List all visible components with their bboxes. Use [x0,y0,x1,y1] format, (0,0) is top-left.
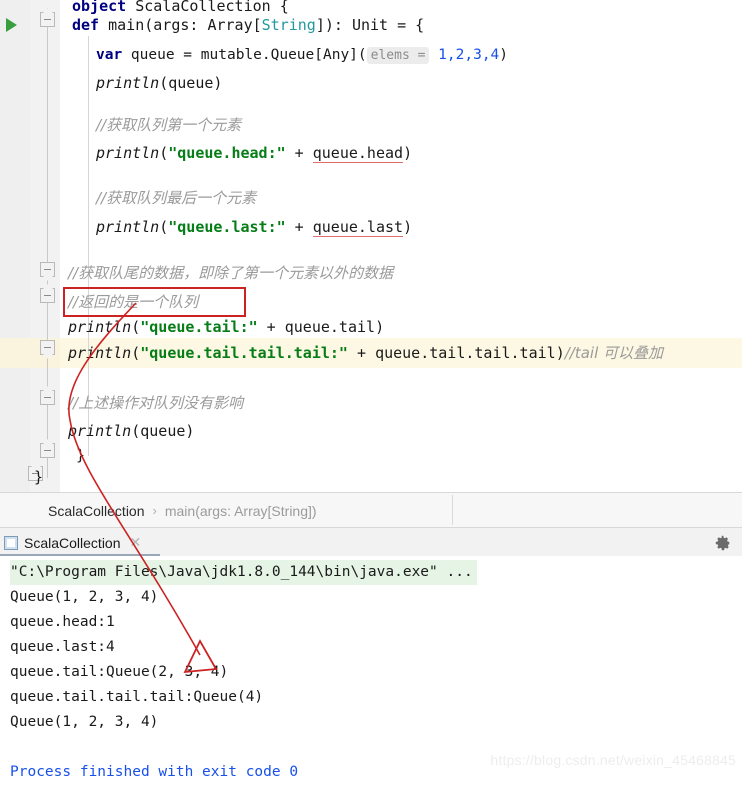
fold-marker-caret-line[interactable] [40,340,55,359]
code-line-var-queue[interactable]: var queue = mutable.Queue[Any](elems = 1… [96,40,508,70]
console-line: queue.tail:Queue(2, 3, 4) [10,664,229,680]
run-config-icon [4,535,18,550]
keyword-var: var [96,47,123,63]
console-line: Process finished with exit code 0 [10,764,299,780]
fold-marker-comment[interactable] [40,284,55,303]
queue-numbers: 1,2,3,4 [438,47,500,63]
console-line: queue.head:1 [10,614,115,630]
fold-marker-def[interactable] [40,8,55,27]
code-line-println-queue-1[interactable]: println(queue) [96,68,222,98]
code-editor[interactable]: object ScalaCollection { def main(args: … [0,0,742,492]
type-string: String [261,16,316,34]
gear-icon[interactable] [714,534,732,552]
code-line-println-tail-tail-tail[interactable]: println("queue.tail.tail.tail:" + queue.… [68,338,663,368]
breadcrumb-method[interactable]: main(args: Array[String]) [165,503,317,519]
code-line-println-head[interactable]: println("queue.head:" + queue.head) [96,138,412,168]
fold-marker-comment-block[interactable] [40,262,55,281]
string-queue-tail3: "queue.tail.tail.tail:" [140,344,348,362]
string-queue-last: "queue.last:" [168,218,286,236]
println-call: println [96,74,160,92]
comment-get-last-element: //获取队列最后一个元素 [96,189,257,207]
tab-scalacollection[interactable]: ScalaCollection ✕ [0,528,147,557]
println-arg: (queue) [159,74,223,92]
editor-fold-gutter[interactable] [30,0,60,492]
run-gutter-icon[interactable] [6,18,17,32]
println-arg: (queue) [131,422,195,440]
console-line: Queue(1, 2, 3, 4) [10,589,159,605]
string-queue-tail: "queue.tail:" [140,318,258,336]
expression-queue-head: queue.head [312,144,404,163]
code-line-close-method[interactable]: } [76,440,85,470]
expression-queue-tail3: queue.tail.tail.tail [375,344,556,362]
plus-op: + [285,144,313,162]
println-call: println [96,144,160,162]
breadcrumb-class[interactable]: ScalaCollection [48,503,145,519]
keyword-def: def [72,16,100,34]
inline-comment-tail-stackable: //tail 可以叠加 [564,344,664,362]
breadcrumb-divider [452,495,453,525]
breadcrumb[interactable]: ScalaCollection › main(args: Array[Strin… [0,492,742,528]
code-line-def-main[interactable]: def main(args: Array[String]): Unit = { [72,10,424,40]
console-line: Queue(1, 2, 3, 4) [10,714,159,730]
breadcrumb-separator-icon: › [152,503,157,518]
println-call: println [96,218,160,236]
code-fold-rail [47,8,48,478]
expression-queue-last: queue.last [312,218,404,237]
plus-op: + [347,344,376,362]
println-call: println [68,318,132,336]
tab-label: ScalaCollection [24,534,121,551]
code-line-close-object[interactable]: } [34,462,43,492]
comment-tail-description: //获取队尾的数据，即除了第一个元素以外的数据 [68,264,394,282]
plus-op: + [285,218,313,236]
method-signature: main(args: [108,16,208,34]
console-line: queue.tail.tail.tail:Queue(4) [10,689,264,705]
comment-no-effect: //上述操作对队列没有影响 [68,394,244,412]
paren-close: ) [499,47,509,63]
type-array: Array[ [207,16,262,34]
close-icon[interactable]: ✕ [130,534,142,551]
fold-marker-noeffect[interactable] [40,386,55,405]
unit-return: : Unit = { [333,16,425,34]
console-line: "C:\Program Files\Java\jdk1.8.0_144\bin\… [10,560,477,585]
plus-op: + [257,318,285,336]
expression-queue-tail: queue.tail [284,318,376,336]
fold-marker-method-end[interactable] [40,439,55,458]
code-line-println-queue-2[interactable]: println(queue) [68,416,194,446]
console-line: queue.last:4 [10,639,115,655]
editor-gutter[interactable] [0,0,30,492]
queue-assignment: queue = mutable.Queue[Any]( [122,47,367,63]
println-call: println [68,422,132,440]
parameter-hint-elems: elems = [366,47,430,64]
println-call: println [68,344,132,362]
console-tabstrip[interactable]: ScalaCollection ✕ [0,527,742,557]
comment-get-first-element: //获取队列第一个元素 [96,116,242,134]
watermark: https://blog.csdn.net/weixin_45468845 [490,752,736,768]
code-line-println-last[interactable]: println("queue.last:" + queue.last) [96,212,412,242]
bracket-close: ]) [315,16,334,34]
string-queue-head: "queue.head:" [168,144,286,162]
